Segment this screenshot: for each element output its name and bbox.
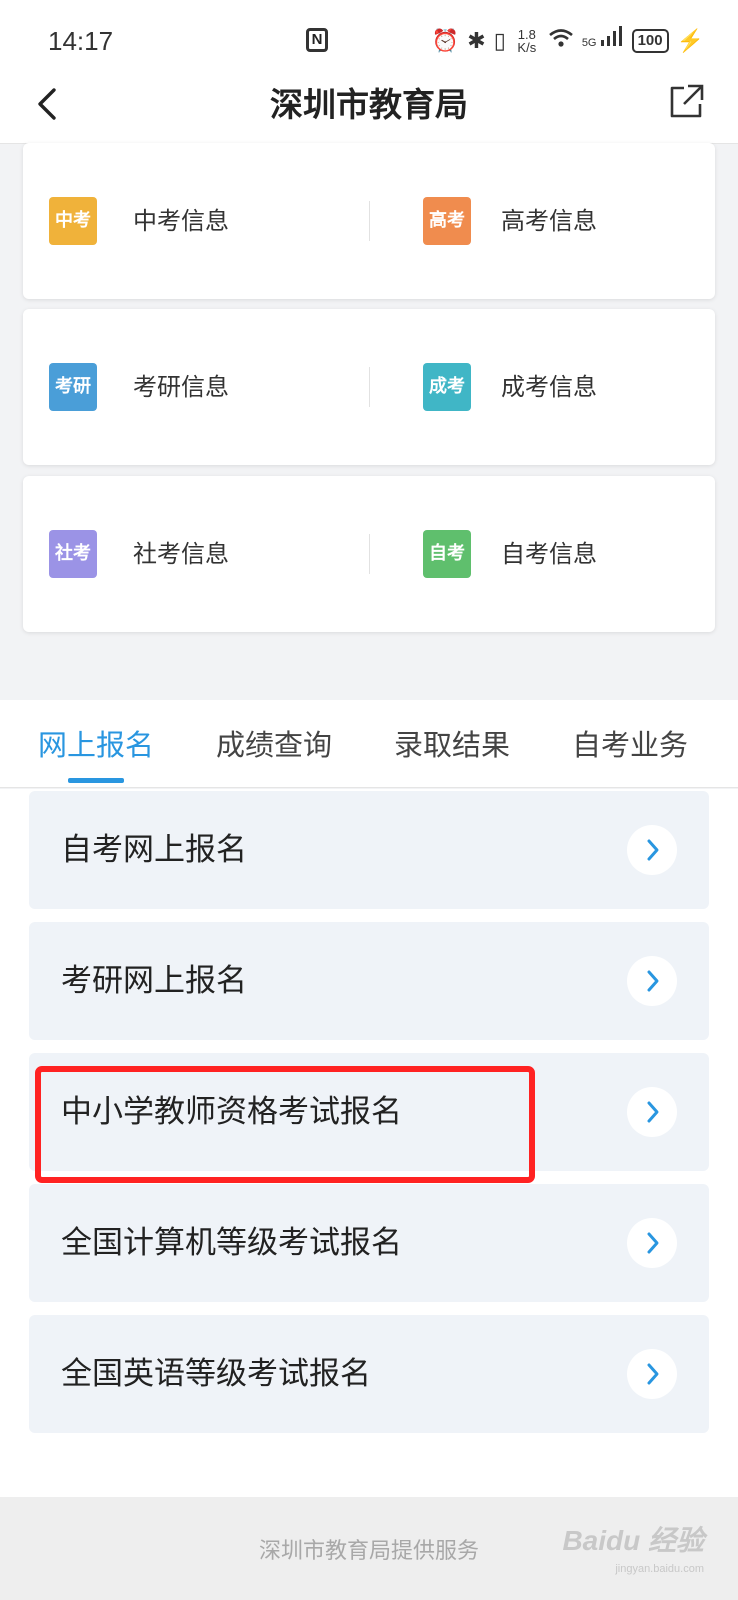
list-item-english-exam-registration[interactable]: 全国英语等级考试报名 — [29, 1315, 709, 1433]
list-item-label: 考研网上报名 — [61, 963, 247, 999]
list-item-kaoyan-registration[interactable]: 考研网上报名 — [29, 922, 709, 1040]
info-cell-zikao[interactable]: 自考 自考信息 — [369, 476, 715, 632]
chevron-right-icon — [627, 1218, 677, 1268]
list-item-computer-exam-registration[interactable]: 全国计算机等级考试报名 — [29, 1184, 709, 1302]
tab-score-query[interactable]: 成绩查询 — [216, 722, 332, 764]
list-item-label: 全国英语等级考试报名 — [61, 1356, 371, 1392]
info-cell-chengkao[interactable]: 成考 成考信息 — [369, 309, 715, 465]
wifi-icon — [548, 27, 574, 55]
info-cell-shekao[interactable]: 社考 社考信息 — [23, 476, 369, 632]
info-card-row-1: 中考 中考信息 高考 高考信息 — [23, 143, 715, 299]
nfc-icon: N — [306, 28, 328, 52]
info-cell-label: 社考信息 — [133, 540, 229, 568]
info-card-row-2: 考研 考研信息 成考 成考信息 — [23, 309, 715, 465]
share-icon[interactable] — [666, 82, 706, 122]
annotation-highlight-box — [35, 1066, 535, 1183]
signal-icon: 5G — [582, 26, 624, 56]
chevron-right-icon — [627, 825, 677, 875]
nav-bar: 深圳市教育局 — [0, 68, 738, 144]
tab-bar: 网上报名 成绩查询 录取结果 自考业务 — [0, 700, 738, 788]
shekao-badge-icon: 社考 — [49, 530, 97, 578]
tab-online-registration[interactable]: 网上报名 — [38, 722, 154, 764]
list-item-label: 全国计算机等级考试报名 — [61, 1225, 402, 1261]
list-item-zikao-registration[interactable]: 自考网上报名 — [29, 791, 709, 909]
chevron-right-icon — [627, 1349, 677, 1399]
zhongkao-badge-icon: 中考 — [49, 197, 97, 245]
info-cell-label: 高考信息 — [501, 207, 597, 235]
vibrate-icon: ▯ — [493, 28, 506, 53]
chengkao-badge-icon: 成考 — [423, 363, 471, 411]
info-card-row-3: 社考 社考信息 自考 自考信息 — [23, 476, 715, 632]
info-cell-zhongkao[interactable]: 中考 中考信息 — [23, 143, 369, 299]
info-cell-gaokao[interactable]: 高考 高考信息 — [369, 143, 715, 299]
kaoyan-badge-icon: 考研 — [49, 363, 97, 411]
status-time: 14:17 — [48, 26, 114, 56]
tab-admission-results[interactable]: 录取结果 — [394, 722, 510, 764]
info-cell-label: 自考信息 — [501, 540, 597, 568]
page-title: 深圳市教育局 — [270, 85, 468, 124]
charging-icon: ⚡ — [676, 28, 704, 53]
info-cell-label: 考研信息 — [133, 373, 229, 401]
baidu-watermark: Baidu 经验 — [562, 1525, 704, 1556]
info-cell-kaoyan[interactable]: 考研 考研信息 — [23, 309, 369, 465]
footer: 深圳市教育局提供服务 Baidu 经验 jingyan.baidu.com — [0, 1497, 738, 1600]
network-speed-unit: K/s — [517, 40, 537, 55]
tab-self-study-exam[interactable]: 自考业务 — [572, 722, 688, 764]
status-icons: ⏰ ✱ ▯ 1.8 K/s 5G 100 ⚡ — [432, 26, 704, 56]
baidu-watermark-url: jingyan.baidu.com — [615, 1563, 704, 1575]
battery-icon: 100 — [631, 29, 669, 53]
chevron-right-icon — [627, 956, 677, 1006]
gaokao-badge-icon: 高考 — [423, 197, 471, 245]
list-item-label: 自考网上报名 — [61, 832, 247, 868]
zikao-badge-icon: 自考 — [423, 530, 471, 578]
network-type: 5G — [581, 37, 597, 49]
tab-active-indicator — [68, 778, 124, 783]
status-bar: 14:17 N ⏰ ✱ ▯ 1.8 K/s 5G 100 ⚡ — [0, 0, 738, 68]
alarm-icon: ⏰ — [431, 28, 460, 53]
bluetooth-icon: ✱ — [467, 28, 486, 53]
network-speed: 1.8 K/s — [514, 28, 540, 54]
info-cell-label: 中考信息 — [133, 207, 229, 235]
info-cell-label: 成考信息 — [501, 373, 597, 401]
chevron-right-icon — [627, 1087, 677, 1137]
